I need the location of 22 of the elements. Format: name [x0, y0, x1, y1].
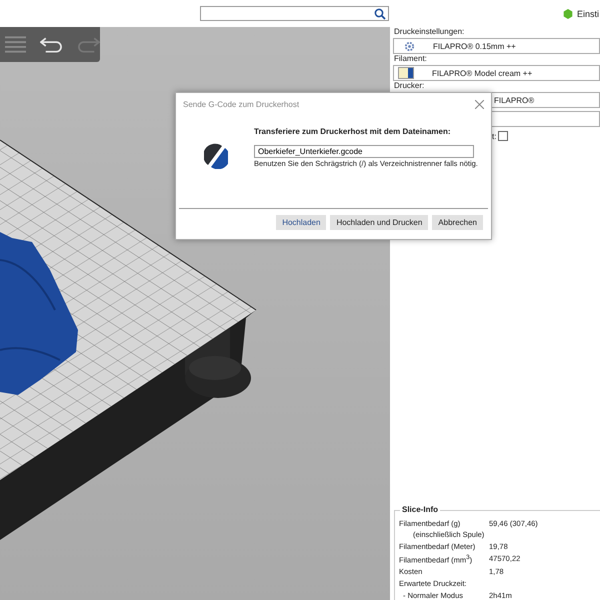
menu-icon[interactable] [5, 34, 26, 54]
dialog-button[interactable]: Abbrechen [432, 215, 483, 230]
checkbox-label: t: [492, 132, 496, 140]
field-label: Filament: [394, 54, 428, 64]
logo-icon [204, 143, 228, 169]
filament-dropdown[interactable]: FILAPRO® Model cream ++ [393, 65, 600, 81]
slice-info-title: Slice-Info [400, 504, 440, 514]
search-icon [374, 8, 386, 20]
dialog-button[interactable]: Hochladen [276, 215, 326, 230]
dialog-button[interactable]: Hochladen und Drucken [330, 215, 428, 230]
status-label: Einsti [576, 8, 599, 18]
print-settings-dropdown[interactable]: FILAPRO® 0.15mm ++ [393, 38, 600, 54]
gear-icon [404, 40, 415, 52]
filename-field[interactable]: Oberkiefer_Unterkiefer.gcode [254, 145, 474, 158]
field-label: Druckeinstellungen: [394, 27, 466, 37]
close-icon[interactable] [475, 100, 484, 108]
checkbox[interactable] [498, 131, 508, 141]
field-label: Drucker: [394, 81, 426, 91]
search-field[interactable] [200, 6, 389, 21]
undo-icon[interactable] [40, 36, 64, 54]
dialog-heading: Transferiere zum Druckerhost mit dem Dateinamen: [254, 127, 452, 136]
dialog-title: Sende G-Code zum Druckerhost [183, 100, 300, 108]
